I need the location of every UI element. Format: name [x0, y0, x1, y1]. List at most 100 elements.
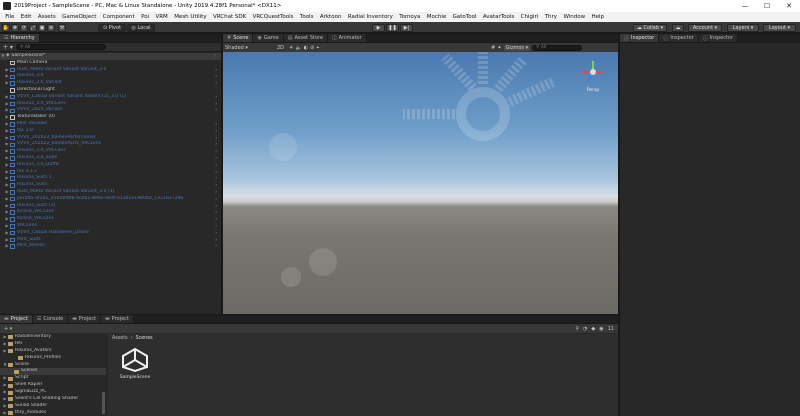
transform-tool-button[interactable]: ⊕ [47, 23, 55, 32]
folder-tree-item[interactable]: ▶ Rikuros_Avatars [0, 348, 106, 355]
audio-toggle-icon[interactable]: 🔈 [296, 45, 302, 51]
open-prefab-icon[interactable]: › [215, 169, 217, 176]
menu-item-component[interactable]: Component [100, 14, 138, 20]
folder-tree-item[interactable]: ▶ Shell Rapier [0, 382, 106, 389]
folder-tree-item[interactable]: ▶ Sunao Shader [0, 403, 106, 410]
open-prefab-icon[interactable]: › [215, 128, 217, 135]
folder-tree-item[interactable]: ▶ Silent's Cel Shading Shader [0, 396, 106, 403]
menu-item-mochie[interactable]: Mochie [424, 14, 450, 20]
hierarchy-item[interactable]: ▶ Rikuros_3.0_Outfit › [0, 162, 221, 169]
open-prefab-icon[interactable]: › [215, 203, 217, 210]
open-prefab-icon[interactable]: › [215, 141, 217, 148]
open-prefab-icon[interactable]: › [215, 237, 217, 244]
menu-item-chigiri[interactable]: Chigiri [517, 14, 541, 20]
hierarchy-item[interactable]: ▶ fox 3.0 › [0, 128, 221, 135]
breadcrumb-item[interactable]: Assets [112, 336, 128, 341]
folder-tree-item[interactable]: ▶ Rei [0, 341, 106, 348]
tab-inspector[interactable]: ⓘ Inspector [659, 34, 699, 42]
tab-project[interactable]: ▬ Project [101, 315, 134, 323]
lighting-toggle-icon[interactable]: ☀ [289, 45, 293, 51]
custom-tool-button[interactable]: ⚒ [58, 23, 66, 32]
shading-dropdown[interactable]: Shaded ▾ [225, 45, 275, 51]
open-prefab-icon[interactable]: › [215, 80, 217, 87]
menu-item-tools[interactable]: Tools [297, 14, 317, 20]
open-prefab-icon[interactable]: › [215, 135, 217, 142]
close-button[interactable]: ✕ [778, 2, 800, 10]
search-icon[interactable]: ⚲ [575, 326, 579, 332]
filter-icon[interactable]: ◔ [583, 326, 587, 332]
hierarchy-item[interactable]: ▶ VVVV_202022_KaihenParts_VRCLens › [0, 141, 221, 148]
tab-project[interactable]: ▬ Project [0, 315, 33, 323]
folder-tree-item[interactable]: ▶ RadialInventory [0, 334, 106, 341]
tab-console[interactable]: ☰ Console [32, 315, 69, 323]
folder-tree-item[interactable]: Scenes [0, 368, 106, 376]
step-button[interactable]: ▶| [400, 23, 413, 32]
open-prefab-icon[interactable]: › [215, 162, 217, 169]
hierarchy-item[interactable]: ▶ VVVV_2020_Variant › [0, 107, 221, 114]
eye-icon[interactable]: ◉ [599, 326, 603, 332]
menu-item-window[interactable]: Window [560, 14, 588, 20]
tree-scrollbar[interactable] [102, 392, 105, 414]
perspective-label[interactable]: Persp [578, 88, 608, 93]
tab-inspector[interactable]: ⓘ Inspector [698, 34, 739, 42]
hierarchy-item[interactable]: ▶ Rikuros_3.0 › [0, 73, 221, 80]
hierarchy-item[interactable]: ▶ Rikuros_Suits › [0, 182, 221, 189]
hierarchy-item[interactable]: Directional Light [0, 87, 221, 94]
open-prefab-icon[interactable]: › [215, 73, 217, 80]
hierarchy-item[interactable]: ▶ VVVV_Casual Variant Variant Variant (1)… [0, 94, 221, 101]
hierarchy-item[interactable]: ▶ Rikuros_3.0_Variant › [0, 80, 221, 87]
pivot-toggle[interactable]: ⊙ Pivot [98, 23, 126, 32]
hierarchy-item[interactable]: Main Camera [0, 60, 221, 67]
more-options-icon[interactable]: ⋮ [213, 53, 217, 60]
menu-item-gameobject[interactable]: GameObject [59, 14, 100, 20]
effects-toggle-icon[interactable]: ◐ [304, 45, 308, 51]
scene-root-row[interactable]: ▼ ◈ SampleScene* ⋮ [0, 53, 221, 60]
open-prefab-icon[interactable]: › [215, 107, 217, 114]
move-tool-button[interactable]: ✥ [11, 23, 19, 32]
hierarchy-item[interactable]: ▶ Rikuros_3.0_VRCLens › [0, 101, 221, 108]
menu-item-help[interactable]: Help [588, 14, 607, 20]
hierarchy-search-input[interactable]: ⚲ All [15, 44, 106, 50]
pause-button[interactable]: ❚❚ [386, 23, 399, 32]
account-dropdown[interactable]: Account ▾ [688, 23, 722, 32]
orientation-gizmo[interactable]: Persp [578, 58, 608, 98]
hierarchy-item[interactable]: ▶ VRCLens › [0, 223, 221, 230]
gizmo-tools-icon[interactable]: ✦ [497, 45, 501, 51]
open-prefab-icon[interactable]: › [215, 121, 217, 128]
tab-inspector[interactable]: ⓘ Inspector [620, 34, 660, 42]
menu-item-edit[interactable]: Edit [18, 14, 35, 20]
folder-tree-item[interactable]: ▶ SigmaLizz_PC [0, 389, 106, 396]
tab-asset-store[interactable]: ▤ Asset Store [283, 34, 328, 42]
minimize-button[interactable]: — [734, 2, 756, 10]
menu-item-gatotool[interactable]: GatoTool [449, 14, 479, 20]
hierarchy-item[interactable]: ▶ Rusk_MaRU Variant Variant Variant_3.0 (… [0, 189, 221, 196]
hierarchy-item[interactable]: ▶ Mint_Suits › [0, 237, 221, 244]
open-prefab-icon[interactable]: › [215, 67, 217, 74]
hierarchy-item[interactable]: ▶ peralta-dr2a1_d165bf8fb-6c0b1-8dde-0b4f… [0, 196, 221, 203]
maximize-button[interactable]: ☐ [756, 2, 778, 10]
hierarchy-item[interactable]: ▶ Rusk_MaRU Variant Variant Variant_3.0 › [0, 67, 221, 74]
open-prefab-icon[interactable]: › [215, 189, 217, 196]
menu-item-tomoya[interactable]: Tomoya [396, 14, 424, 20]
open-prefab-icon[interactable]: › [215, 94, 217, 101]
menu-item-arktoon[interactable]: Arktoon [317, 14, 345, 20]
folder-tree-item[interactable]: ▶ thry_modules [0, 410, 106, 416]
tab-project[interactable]: ▬ Project [68, 315, 102, 323]
gizmos-dropdown[interactable]: Gizmos ▾ [503, 44, 531, 51]
hierarchy-item[interactable]: ▶ TextureBaker (0) [0, 114, 221, 121]
menu-item-vrcquesttools[interactable]: VRCQuestTools [249, 14, 296, 20]
hierarchy-item[interactable]: ▶ Kirana_VRCLens › [0, 209, 221, 216]
hand-tool-button[interactable]: ✋ [2, 23, 10, 32]
open-prefab-icon[interactable]: › [215, 243, 217, 250]
scene-camera-icon[interactable]: ⌖ [316, 45, 319, 51]
local-toggle[interactable]: ◎ Local [127, 23, 155, 32]
tab-scene[interactable]: # Scene [223, 34, 254, 42]
menu-item-thry[interactable]: Thry [542, 14, 561, 20]
menu-item-file[interactable]: File [2, 14, 18, 20]
open-prefab-icon[interactable]: › [215, 148, 217, 155]
2d-toggle[interactable]: 2D [277, 45, 284, 51]
hierarchy-item[interactable]: ▶ Mint_Kemon › [0, 243, 221, 250]
scene-viewport[interactable]: Persp [223, 52, 618, 314]
hierarchy-item[interactable]: ▶ Kirana_VRCLens › [0, 216, 221, 223]
open-prefab-icon[interactable]: › [215, 155, 217, 162]
